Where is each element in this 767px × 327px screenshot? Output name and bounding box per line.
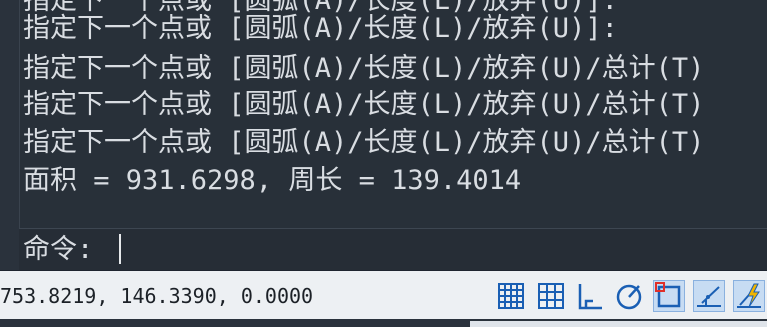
autocad-command-window: 指定下一个点或 [圆弧(A)/长度(L)/放弃(U)]: 指定下一个点或 [圆弧… bbox=[0, 0, 767, 327]
polar-icon bbox=[616, 284, 642, 310]
tracking-icon bbox=[697, 286, 721, 307]
history-line: 指定下一个点或 [圆弧(A)/长度(L)/放弃(U)/总计(T) bbox=[23, 53, 705, 84]
status-bar: 753.8219, 146.3390, 0.0000 bbox=[0, 271, 767, 319]
polar-tracking-button[interactable] bbox=[613, 280, 645, 312]
grid-icon bbox=[498, 283, 524, 309]
snap-tracking-button[interactable] bbox=[693, 280, 725, 312]
osnap-icon bbox=[655, 282, 681, 308]
command-prompt-label: 命令: bbox=[23, 234, 94, 265]
dynamic-input-button[interactable] bbox=[733, 280, 765, 312]
history-line: 指定下一个点或 [圆弧(A)/长度(L)/放弃(U)]: bbox=[23, 13, 618, 44]
bottom-edge-highlight bbox=[470, 321, 767, 327]
ortho-mode-button[interactable] bbox=[575, 280, 607, 312]
command-window-grip[interactable] bbox=[0, 0, 20, 270]
lightning-icon bbox=[737, 283, 761, 308]
area-perimeter-result: 面积 = 931.6298, 周长 = 139.4014 bbox=[23, 165, 522, 196]
grid-display-button[interactable] bbox=[495, 280, 527, 312]
history-line: 指定下一个点或 [圆弧(A)/长度(L)/放弃(U)/总计(T) bbox=[23, 89, 705, 120]
ortho-icon bbox=[578, 284, 602, 310]
object-snap-button[interactable] bbox=[653, 280, 685, 312]
snap-mode-button[interactable] bbox=[535, 280, 567, 312]
snap-grid-icon bbox=[538, 283, 564, 309]
history-line: 指定下一个点或 [圆弧(A)/长度(L)/放弃(U)/总计(T) bbox=[23, 127, 705, 158]
command-history: 指定下一个点或 [圆弧(A)/长度(L)/放弃(U)]: 指定下一个点或 [圆弧… bbox=[0, 0, 767, 228]
command-line-input[interactable]: 命令: bbox=[19, 229, 767, 270]
text-cursor bbox=[119, 234, 121, 264]
coordinate-readout[interactable]: 753.8219, 146.3390, 0.0000 bbox=[0, 281, 313, 311]
window-bottom-edge bbox=[0, 319, 767, 327]
